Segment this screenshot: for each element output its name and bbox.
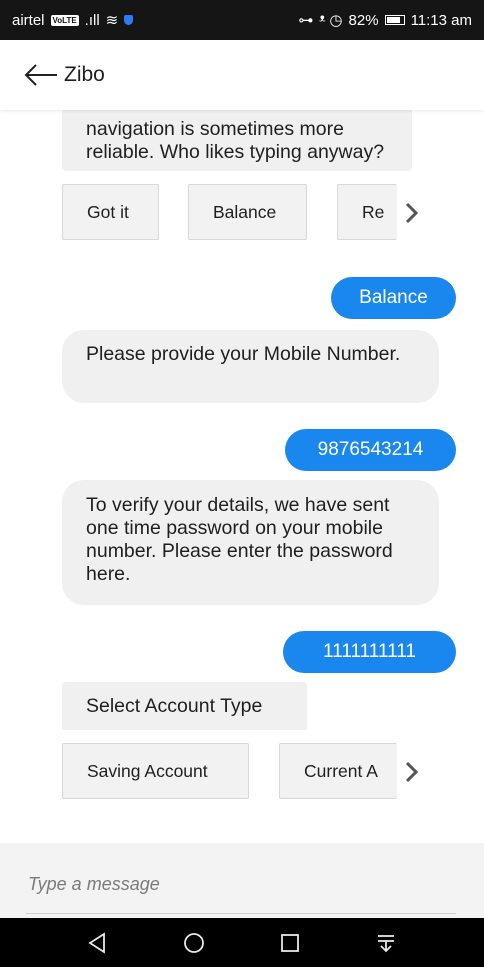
- scroll-right-button[interactable]: [401, 198, 423, 228]
- quick-reply-current-account[interactable]: Current A: [279, 743, 397, 799]
- user-message: 9876543214: [285, 429, 456, 471]
- scroll-right-button[interactable]: [401, 757, 423, 787]
- quick-reply-balance[interactable]: Balance: [188, 184, 307, 240]
- battery-icon: [384, 15, 405, 25]
- user-message: Balance: [331, 277, 456, 319]
- bot-message: To verify your details, we have sent one…: [62, 480, 439, 605]
- input-underline: [26, 913, 456, 914]
- nav-recents-icon: [281, 933, 299, 952]
- nav-home-icon: [184, 932, 204, 953]
- back-button[interactable]: [24, 64, 58, 86]
- message-composer: [0, 843, 484, 918]
- wifi-icon: ≋: [105, 12, 119, 29]
- nav-recents-button[interactable]: [270, 923, 310, 963]
- quick-reply-re[interactable]: Re: [337, 184, 397, 240]
- system-nav-bar: [0, 918, 484, 967]
- quick-reply-got-it[interactable]: Got it: [62, 184, 159, 240]
- user-message: 1111111111: [283, 631, 456, 673]
- alarm-icon: ᵜ ◷: [319, 12, 343, 29]
- chevron-right-icon: [405, 761, 419, 783]
- chevron-right-icon: [405, 202, 419, 224]
- nav-back-icon: [88, 931, 105, 954]
- message-input[interactable]: [26, 868, 460, 900]
- bot-message: navigation is sometimes more reliable. W…: [62, 105, 412, 171]
- bot-message: Please provide your Mobile Number.: [62, 330, 439, 403]
- quick-reply-saving-account[interactable]: Saving Account: [62, 743, 249, 799]
- bot-message: Select Account Type: [62, 682, 307, 730]
- nav-back-button[interactable]: [78, 923, 118, 963]
- nav-notifications-icon: [378, 934, 394, 952]
- back-arrow-icon: [24, 64, 57, 86]
- chat-title: Zibo: [64, 63, 105, 86]
- nav-home-button[interactable]: [174, 923, 214, 963]
- volte-icon: VoLTE: [50, 14, 79, 26]
- status-bar: airtel VoLTE .ıll ≋ ⊶ ᵜ ◷ 82% 11:13 am: [0, 0, 484, 40]
- key-icon: ⊶: [298, 12, 314, 29]
- carrier-label: airtel: [12, 11, 45, 29]
- shield-icon: [124, 15, 134, 25]
- app-header: Zibo: [0, 40, 484, 110]
- battery-percent: 82%: [348, 11, 379, 29]
- nav-notifications-button[interactable]: [366, 923, 406, 963]
- clock: 11:13 am: [410, 11, 472, 29]
- signal-icon: .ıll: [84, 11, 100, 29]
